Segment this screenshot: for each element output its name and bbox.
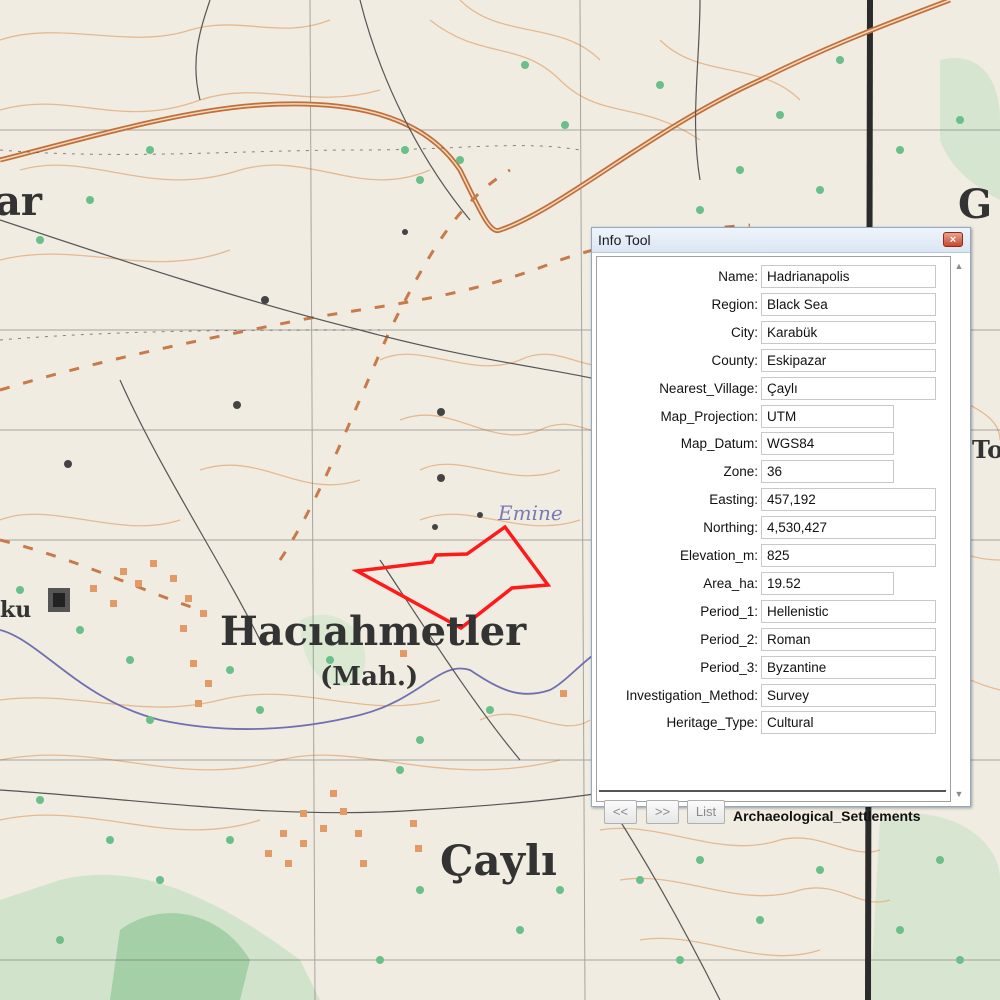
attribute-label: Period_2: [700, 631, 758, 647]
attribute-value-field[interactable]: Black Sea [761, 292, 936, 316]
scroll-up-arrow-icon[interactable]: ▲ [953, 260, 965, 272]
attribute-label: County: [711, 352, 758, 368]
attribute-row: Easting: 457,192 [597, 487, 952, 513]
attribute-value-field[interactable]: Hadrianapolis [761, 265, 936, 288]
close-button[interactable]: × [943, 232, 963, 247]
attribute-label: Zone: [723, 464, 758, 480]
attribute-panel: << >> List Archaeological_Settlements Na… [596, 256, 952, 824]
list-button[interactable]: List [687, 800, 725, 824]
attribute-row: Name: Hadrianapolis [597, 264, 952, 290]
layer-name: Archaeological_Settlements [733, 808, 921, 824]
map-label-mah: (Mah.) [320, 662, 418, 692]
attribute-label: Period_1: [700, 603, 758, 619]
attribute-value-field[interactable]: 19.52 [761, 571, 894, 595]
attribute-value-field[interactable]: Roman [761, 627, 936, 651]
attribute-label: City: [731, 324, 758, 340]
attribute-row: Map_Datum: WGS84 [597, 431, 952, 457]
attribute-row: Zone: 36 [597, 459, 952, 485]
attribute-label: Map_Datum: [680, 436, 758, 452]
attribute-row: Map_Projection: UTM [597, 404, 952, 430]
attribute-row: Nearest_Village: Çaylı [597, 376, 952, 402]
attribute-label: Region: [711, 296, 758, 312]
attribute-row: Northing: 4,530,427 [597, 515, 952, 541]
map-label-emine: Emine [497, 501, 563, 525]
previous-record-label: << [612, 804, 629, 819]
attribute-label: Elevation_m: [679, 548, 758, 563]
map-label-fragment-right-g: G [958, 181, 992, 228]
vertical-scrollbar[interactable]: ▲ ▼ [951, 256, 967, 802]
list-button-label: List [695, 804, 717, 819]
info-tool-title: Info Tool [598, 232, 651, 248]
map-label-fragment-right-to: To [972, 435, 1000, 464]
info-tool-window[interactable]: Info Tool × << >> List Archaeological_Se… [591, 227, 971, 824]
attribute-value-field[interactable]: 457,192 [761, 488, 936, 512]
attribute-label: Name: [718, 269, 758, 284]
scroll-down-arrow-icon[interactable]: ▼ [953, 788, 965, 800]
info-tool-titlebar[interactable]: Info Tool × [592, 228, 970, 253]
next-record-label: >> [654, 804, 671, 819]
attribute-label: Easting: [709, 492, 758, 508]
attribute-row: Area_ha: 19.52 [597, 571, 952, 597]
attribute-value-field[interactable]: Cultural [761, 711, 936, 735]
attribute-row: Region: Black Sea [597, 292, 952, 318]
attribute-label: Nearest_Village: [659, 380, 758, 396]
attribute-value-field[interactable]: Karabük [761, 320, 936, 344]
attribute-row: Investigation_Method: Survey [597, 683, 952, 709]
attribute-value-field[interactable]: WGS84 [761, 432, 894, 456]
map-label-fragment-top-left: ar [0, 178, 43, 225]
attribute-row: County: Eskipazar [597, 348, 952, 374]
close-icon: × [949, 234, 957, 246]
attribute-value-field[interactable]: UTM [761, 404, 894, 428]
next-record-button[interactable]: >> [646, 800, 679, 824]
attribute-row: Elevation_m: 825 [597, 543, 952, 569]
previous-record-button[interactable]: << [604, 800, 637, 824]
panel-divider [599, 790, 946, 792]
attribute-label: Map_Projection: [660, 408, 758, 424]
attribute-value-field[interactable]: 825 [761, 544, 936, 567]
attribute-value-field[interactable]: Eskipazar [761, 348, 936, 372]
attribute-row: Period_3: Byzantine [597, 655, 952, 681]
map-label-haciahmetler: Hacıahmetler [220, 608, 527, 655]
attribute-label: Period_3: [700, 659, 758, 675]
attribute-row: City: Karabük [597, 320, 952, 346]
attribute-row: Period_1: Hellenistic [597, 599, 952, 625]
attribute-value-field[interactable]: Byzantine [761, 655, 936, 679]
attribute-value-field[interactable]: Çaylı [761, 376, 936, 400]
attribute-label: Area_ha: [703, 575, 758, 591]
attribute-value-field[interactable]: 36 [761, 460, 894, 484]
attribute-value-field[interactable]: Survey [761, 683, 936, 707]
attribute-value-field[interactable]: Hellenistic [761, 599, 936, 623]
attribute-label: Investigation_Method: [625, 687, 758, 703]
attribute-row: Period_2: Roman [597, 627, 952, 653]
map-label-cayli: Çaylı [440, 836, 557, 885]
map-label-fragment-left: ku [0, 597, 31, 623]
attribute-row: Heritage_Type: Cultural [597, 710, 952, 736]
attribute-label: Heritage_Type: [666, 715, 758, 731]
attribute-value-field[interactable]: 4,530,427 [761, 516, 936, 540]
attribute-label: Northing: [703, 520, 758, 536]
